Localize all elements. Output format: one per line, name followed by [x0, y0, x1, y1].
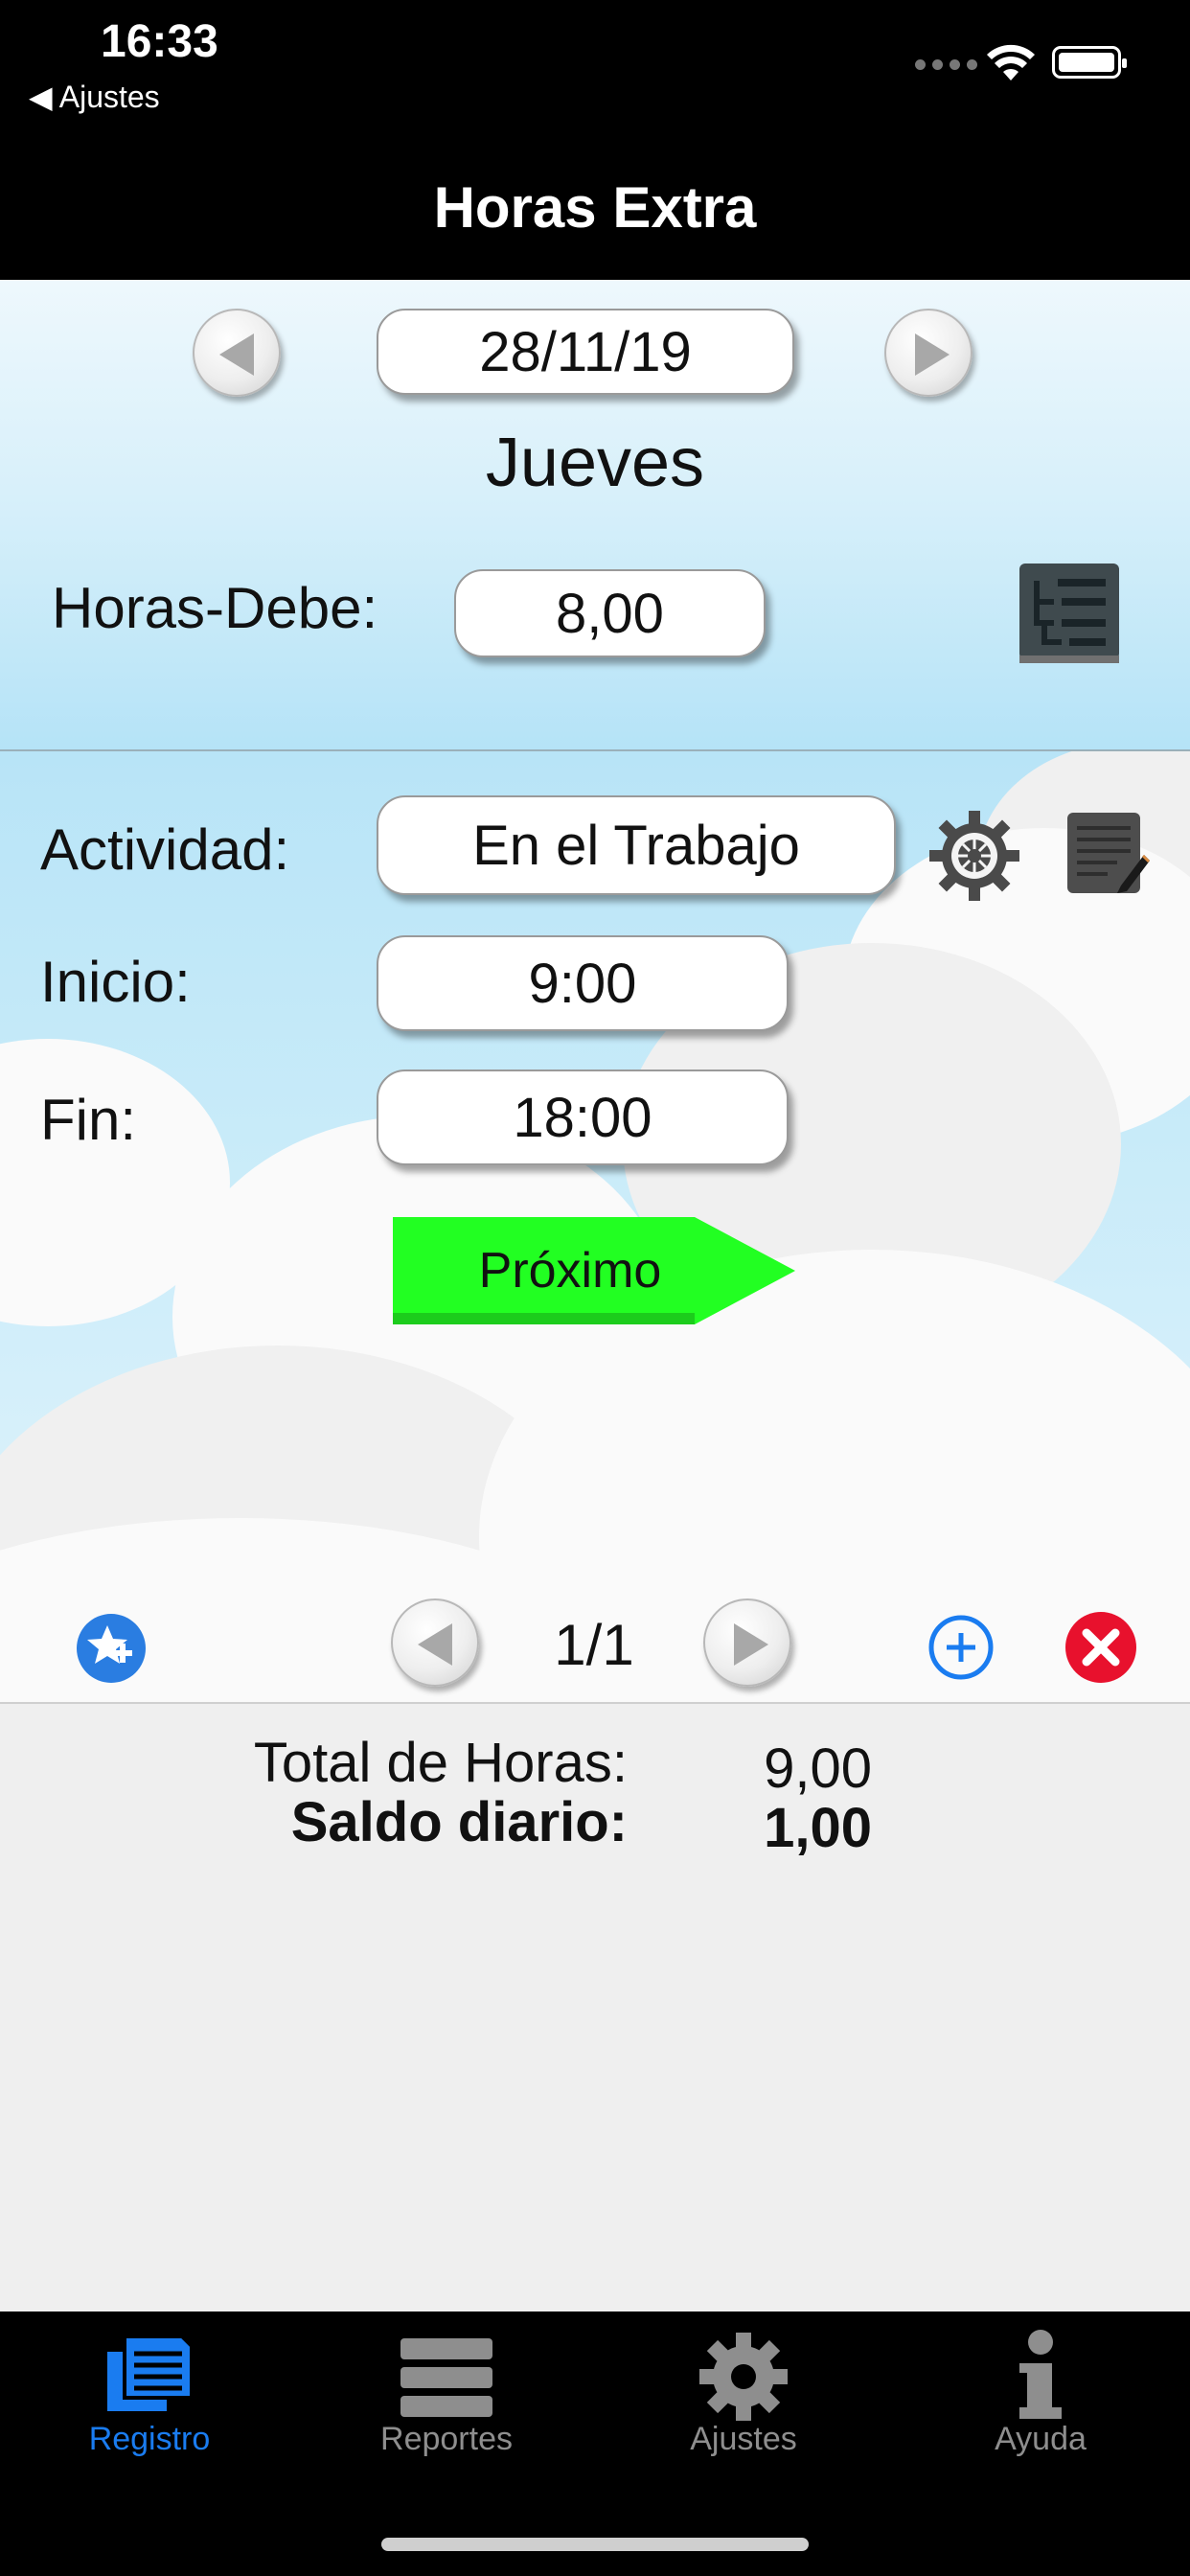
delete-entry-icon[interactable] [1064, 1610, 1138, 1685]
add-entry-icon[interactable] [927, 1614, 995, 1681]
previous-entry-button[interactable] [391, 1598, 479, 1687]
daily-balance-value: 1,00 [764, 1797, 872, 1859]
weekday-label: Jueves [485, 425, 705, 501]
entry-page-indicator: 1/1 [554, 1613, 634, 1677]
end-time-field[interactable]: 18:00 [377, 1070, 789, 1165]
previous-day-button[interactable] [193, 309, 281, 397]
tab-reportes[interactable]: Reportes [298, 2312, 595, 2532]
hours-due-label: Horas-Debe: [52, 576, 378, 640]
tab-ajustes-label: Ajustes [690, 2421, 797, 2457]
page-title: Horas Extra [433, 175, 757, 240]
tab-registro[interactable]: Registro [1, 2312, 298, 2532]
list-icon [400, 2338, 492, 2417]
tab-ayuda[interactable]: Ayuda [892, 2312, 1189, 2532]
arrow-right-icon [734, 1623, 768, 1666]
end-label: Fin: [40, 1088, 137, 1152]
info-icon [1019, 2330, 1062, 2419]
divider [0, 1702, 1190, 1704]
hours-due-field[interactable]: 8,00 [454, 569, 766, 657]
gear-icon[interactable] [926, 807, 1023, 905]
next-entry-label: Próximo [478, 1243, 662, 1299]
signal-icon [915, 59, 977, 70]
arrow-left-icon [219, 334, 254, 376]
status-time: 16:33 [101, 16, 218, 67]
total-hours-label: Total de Horas: [253, 1732, 628, 1794]
note-edit-icon[interactable] [1064, 809, 1152, 897]
daily-balance-label: Saldo diario: [290, 1791, 628, 1853]
start-time-field[interactable]: 9:00 [377, 935, 789, 1031]
registro-icon [107, 2334, 194, 2411]
back-to-settings-link[interactable]: ◀ Ajustes [29, 79, 160, 115]
add-favorite-icon[interactable] [75, 1612, 148, 1685]
wifi-icon [987, 44, 1035, 80]
tab-ayuda-label: Ayuda [995, 2421, 1087, 2457]
start-label: Inicio: [40, 950, 191, 1014]
home-indicator [381, 2538, 809, 2551]
tab-registro-label: Registro [88, 2421, 211, 2457]
date-field[interactable]: 28/11/19 [377, 309, 794, 395]
tab-ajustes[interactable]: Ajustes [595, 2312, 892, 2532]
schedule-list-icon[interactable] [1016, 560, 1123, 667]
next-entry-page-button[interactable] [703, 1598, 791, 1687]
gear-icon [699, 2333, 788, 2421]
activity-label: Actividad: [40, 817, 290, 882]
activity-field[interactable]: En el Trabajo [377, 795, 896, 895]
battery-icon [1052, 46, 1127, 79]
arrow-right-icon [915, 334, 950, 376]
total-hours-value: 9,00 [764, 1737, 872, 1800]
next-day-button[interactable] [884, 309, 973, 397]
arrow-left-icon [418, 1623, 452, 1666]
tab-reportes-label: Reportes [380, 2421, 513, 2457]
